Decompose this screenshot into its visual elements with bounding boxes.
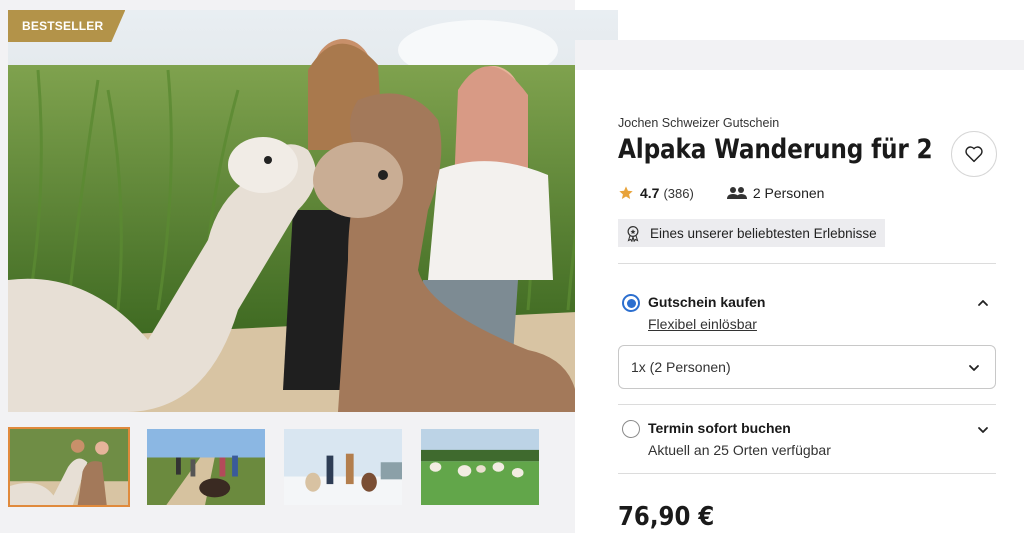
voucher-label[interactable]: Gutschein kaufen xyxy=(648,294,765,310)
brand-label: Jochen Schweizer Gutschein xyxy=(618,116,780,130)
product-title: Alpaka Wanderung für 2 xyxy=(618,134,933,165)
panel-offset xyxy=(575,40,1024,70)
thumbnail-strip xyxy=(8,427,541,507)
voucher-radio[interactable] xyxy=(622,294,640,312)
quantity-select-value: 1x (2 Personen) xyxy=(631,359,731,375)
divider xyxy=(618,404,996,405)
favorite-button[interactable] xyxy=(951,131,997,177)
award-icon xyxy=(627,226,639,242)
flexible-link[interactable]: Flexibel einlösbar xyxy=(648,316,757,332)
divider xyxy=(618,263,996,264)
bestseller-badge: BESTSELLER xyxy=(8,10,125,42)
product-info-panel: Jochen Schweizer Gutschein Alpaka Wander… xyxy=(575,70,1024,533)
chevron-down-icon xyxy=(969,365,979,371)
star-icon xyxy=(619,186,633,199)
price: 76,90 € xyxy=(618,502,715,532)
header-spacer xyxy=(618,0,1024,40)
chevron-down-icon[interactable] xyxy=(976,423,990,437)
hero-image[interactable] xyxy=(8,10,618,412)
popular-badge-label: Eines unserer beliebtesten Erlebnisse xyxy=(650,225,877,241)
booking-sub: Aktuell an 25 Orten verfügbar xyxy=(648,442,831,458)
rating-row: 4.7 (386) 2 Personen xyxy=(618,185,824,201)
persons-label: 2 Personen xyxy=(752,185,825,201)
thumbnail-2[interactable] xyxy=(145,427,267,507)
thumbnail-3[interactable] xyxy=(282,427,404,507)
popular-badge: Eines unserer beliebtesten Erlebnisse xyxy=(618,219,885,247)
chevron-up-icon[interactable] xyxy=(976,296,990,310)
thumbnail-4[interactable] xyxy=(419,427,541,507)
persons-info: 2 Personen xyxy=(726,185,825,201)
thumbnail-1[interactable] xyxy=(8,427,130,507)
rating-value: 4.7 xyxy=(640,185,660,201)
heart-icon xyxy=(965,146,983,163)
booking-label[interactable]: Termin sofort buchen xyxy=(648,420,791,436)
rating-count[interactable]: (386) xyxy=(663,186,693,201)
persons-icon xyxy=(726,187,747,199)
quantity-select[interactable]: 1x (2 Personen) xyxy=(618,345,996,389)
product-page: BESTSELLER Jochen Schweizer Gutschein Al… xyxy=(0,0,1024,533)
booking-radio[interactable] xyxy=(622,420,640,438)
divider xyxy=(618,473,996,474)
voucher-sub: Flexibel einlösbar xyxy=(648,316,757,332)
